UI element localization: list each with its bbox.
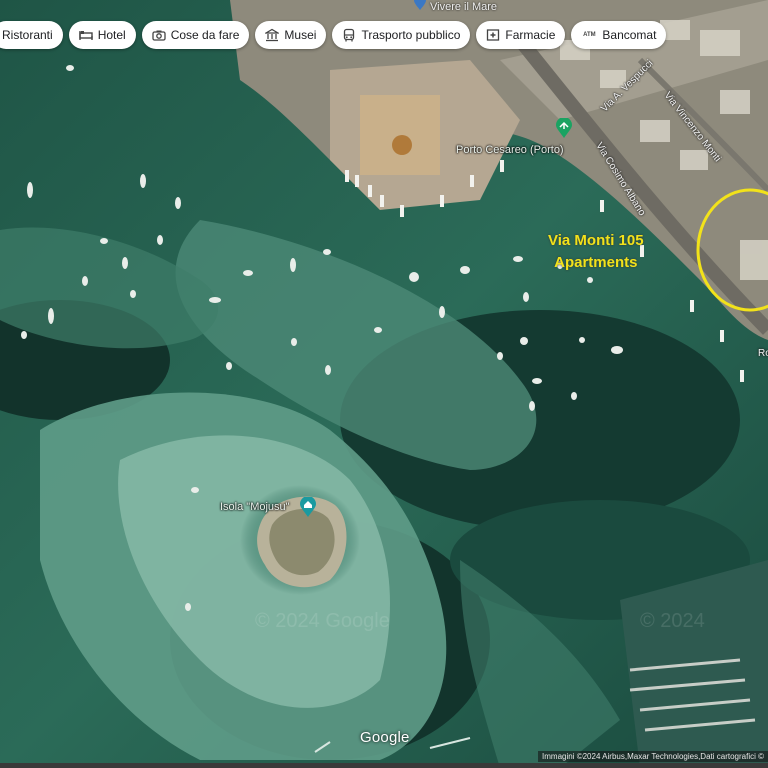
map-watermark: © 2024 Google (255, 610, 390, 632)
property-annotation: Via Monti 105 Apartments (548, 230, 644, 274)
chip-things-to-do[interactable]: Cose da fare (141, 21, 250, 49)
annotation-line-1: Via Monti 105 (548, 232, 644, 249)
poi-label-island[interactable]: Isola "Mojusu" (220, 501, 290, 513)
camera-icon (152, 28, 166, 42)
chip-label: Bancomat (602, 28, 657, 42)
hotel-bed-icon (78, 28, 93, 42)
island-pin-icon[interactable] (300, 496, 316, 517)
chip-public-transport[interactable]: Trasporto pubblico (332, 21, 471, 49)
poi-label: Vivere il Mare (430, 1, 498, 13)
chip-museums[interactable]: Musei (255, 21, 327, 49)
map-attribution[interactable]: Immagini ©2024 Airbus,Maxar Technologies… (538, 751, 768, 762)
category-chip-bar: Ristoranti Hotel Cose da fare Musei Tras… (0, 21, 667, 49)
chip-label: Ristoranti (2, 28, 53, 42)
map-watermark: © 2024 (640, 610, 705, 632)
road-label-edge: Ro (758, 348, 768, 359)
chip-pharmacies[interactable]: Farmacie (476, 21, 566, 49)
atm-icon: ATM (583, 32, 596, 38)
map-pin-icon[interactable] (412, 0, 428, 16)
bottom-strip (0, 763, 768, 768)
port-pin-icon[interactable] (556, 117, 572, 138)
bus-icon (342, 28, 356, 42)
poi-label-port[interactable]: Porto Cesareo (Porto) (456, 144, 564, 156)
chip-restaurants[interactable]: Ristoranti (0, 21, 63, 49)
chip-atm[interactable]: ATM Bancomat (571, 21, 667, 49)
satellite-map[interactable]: Ristoranti Hotel Cose da fare Musei Tras… (0, 0, 768, 768)
satellite-imagery (0, 0, 768, 768)
chip-hotel[interactable]: Hotel (68, 21, 136, 49)
chip-label: Cose da fare (170, 28, 240, 42)
chip-label: Farmacie (505, 28, 556, 42)
museum-icon (265, 28, 280, 42)
chip-label: Hotel (97, 28, 126, 42)
annotation-line-2: Apartments (554, 254, 638, 271)
chip-label: Musei (284, 28, 317, 42)
pharmacy-icon (486, 28, 500, 42)
poi-vivere-il-mare[interactable]: Vivere il Mare (430, 1, 497, 13)
google-logo: Google (360, 729, 410, 746)
chip-label: Trasporto pubblico (361, 28, 461, 42)
